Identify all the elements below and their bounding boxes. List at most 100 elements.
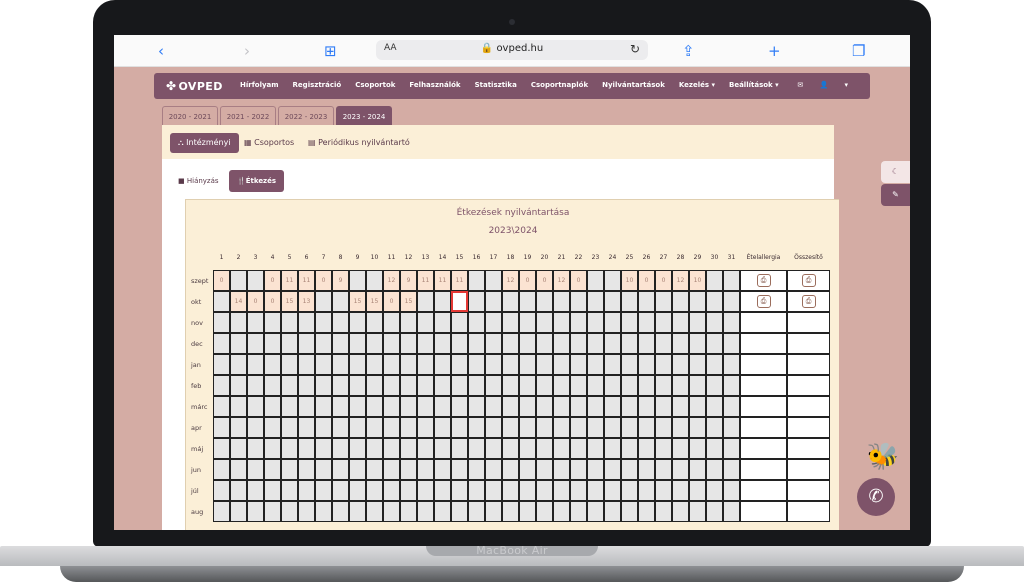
day-cell[interactable] <box>485 270 502 291</box>
day-cell[interactable] <box>638 354 655 375</box>
day-cell[interactable]: 0 <box>264 291 281 312</box>
day-cell[interactable] <box>315 333 332 354</box>
day-cell[interactable] <box>383 501 400 522</box>
day-cell[interactable] <box>247 312 264 333</box>
day-cell[interactable] <box>604 438 621 459</box>
day-cell[interactable] <box>706 291 723 312</box>
day-cell[interactable] <box>587 291 604 312</box>
day-cell[interactable] <box>451 438 468 459</box>
tabs-icon[interactable]: ❐ <box>852 41 865 61</box>
day-cell[interactable] <box>485 375 502 396</box>
day-cell[interactable] <box>298 354 315 375</box>
day-cell[interactable] <box>298 438 315 459</box>
day-cell[interactable] <box>383 312 400 333</box>
day-cell[interactable] <box>723 480 740 501</box>
day-cell[interactable] <box>536 459 553 480</box>
day-cell[interactable] <box>400 354 417 375</box>
day-cell[interactable] <box>349 396 366 417</box>
day-cell[interactable] <box>604 480 621 501</box>
day-cell[interactable] <box>706 375 723 396</box>
day-cell[interactable] <box>468 291 485 312</box>
day-cell[interactable] <box>587 354 604 375</box>
day-cell[interactable] <box>621 417 638 438</box>
day-cell[interactable]: 12 <box>672 270 689 291</box>
day-cell[interactable] <box>417 438 434 459</box>
year-tab-3[interactable]: 2023 - 2024 <box>336 106 392 126</box>
day-cell[interactable] <box>604 333 621 354</box>
day-cell[interactable] <box>485 396 502 417</box>
day-cell[interactable] <box>638 501 655 522</box>
day-cell[interactable] <box>638 480 655 501</box>
day-cell[interactable] <box>315 459 332 480</box>
day-cell[interactable]: 15 <box>349 291 366 312</box>
day-cell[interactable] <box>706 459 723 480</box>
day-cell[interactable] <box>604 396 621 417</box>
day-cell[interactable] <box>434 438 451 459</box>
day-cell[interactable] <box>553 501 570 522</box>
day-cell[interactable] <box>655 354 672 375</box>
day-cell[interactable] <box>400 438 417 459</box>
day-cell[interactable] <box>417 396 434 417</box>
day-cell[interactable] <box>502 417 519 438</box>
day-cell[interactable]: 15 <box>366 291 383 312</box>
day-cell[interactable]: 11 <box>281 270 298 291</box>
day-cell[interactable] <box>604 270 621 291</box>
day-cell[interactable] <box>587 270 604 291</box>
day-cell[interactable] <box>468 501 485 522</box>
day-cell[interactable]: 0 <box>519 270 536 291</box>
day-cell[interactable] <box>247 375 264 396</box>
day-cell[interactable] <box>349 501 366 522</box>
day-cell[interactable] <box>247 354 264 375</box>
print-summary-icon[interactable]: ⎙ <box>801 295 816 308</box>
day-cell[interactable] <box>536 396 553 417</box>
day-cell[interactable] <box>536 480 553 501</box>
mail-icon[interactable]: ✉ <box>797 81 803 89</box>
day-cell[interactable] <box>519 459 536 480</box>
day-cell[interactable] <box>570 480 587 501</box>
day-cell[interactable] <box>672 354 689 375</box>
day-cell[interactable] <box>264 333 281 354</box>
day-cell[interactable]: 15 <box>400 291 417 312</box>
day-cell[interactable] <box>332 501 349 522</box>
day-cell[interactable] <box>332 396 349 417</box>
day-cell[interactable] <box>451 291 468 312</box>
day-cell[interactable] <box>502 354 519 375</box>
day-cell[interactable] <box>400 501 417 522</box>
day-cell[interactable] <box>723 375 740 396</box>
day-cell[interactable] <box>519 354 536 375</box>
day-cell[interactable] <box>468 417 485 438</box>
day-cell[interactable] <box>723 501 740 522</box>
day-cell[interactable] <box>689 291 706 312</box>
day-cell[interactable] <box>502 396 519 417</box>
day-cell[interactable]: 9 <box>332 270 349 291</box>
day-cell[interactable]: 0 <box>536 270 553 291</box>
day-cell[interactable]: 0 <box>383 291 400 312</box>
day-cell[interactable] <box>621 459 638 480</box>
day-cell[interactable] <box>298 480 315 501</box>
day-cell[interactable] <box>485 291 502 312</box>
nav-item-4[interactable]: Statisztika <box>475 81 517 89</box>
print-summary-icon[interactable]: ⎙ <box>801 274 816 287</box>
day-cell[interactable] <box>213 291 230 312</box>
day-cell[interactable] <box>536 375 553 396</box>
day-cell[interactable] <box>451 501 468 522</box>
day-cell[interactable] <box>366 417 383 438</box>
nav-item-5[interactable]: Csoportnaplók <box>531 81 588 89</box>
day-cell[interactable] <box>468 375 485 396</box>
day-cell[interactable] <box>621 354 638 375</box>
tab-intezmenyi[interactable]: ⛬ Intézményi <box>170 133 239 153</box>
day-cell[interactable] <box>281 333 298 354</box>
day-cell[interactable] <box>689 501 706 522</box>
day-cell[interactable] <box>451 417 468 438</box>
day-cell[interactable] <box>281 375 298 396</box>
day-cell[interactable] <box>706 396 723 417</box>
day-cell[interactable] <box>638 396 655 417</box>
day-cell[interactable] <box>655 312 672 333</box>
day-cell[interactable]: 12 <box>383 270 400 291</box>
day-cell[interactable]: 0 <box>264 270 281 291</box>
nav-item-0[interactable]: Hírfolyam <box>240 81 279 89</box>
day-cell[interactable] <box>706 354 723 375</box>
day-cell[interactable] <box>417 375 434 396</box>
day-cell[interactable] <box>587 501 604 522</box>
day-cell[interactable] <box>400 480 417 501</box>
